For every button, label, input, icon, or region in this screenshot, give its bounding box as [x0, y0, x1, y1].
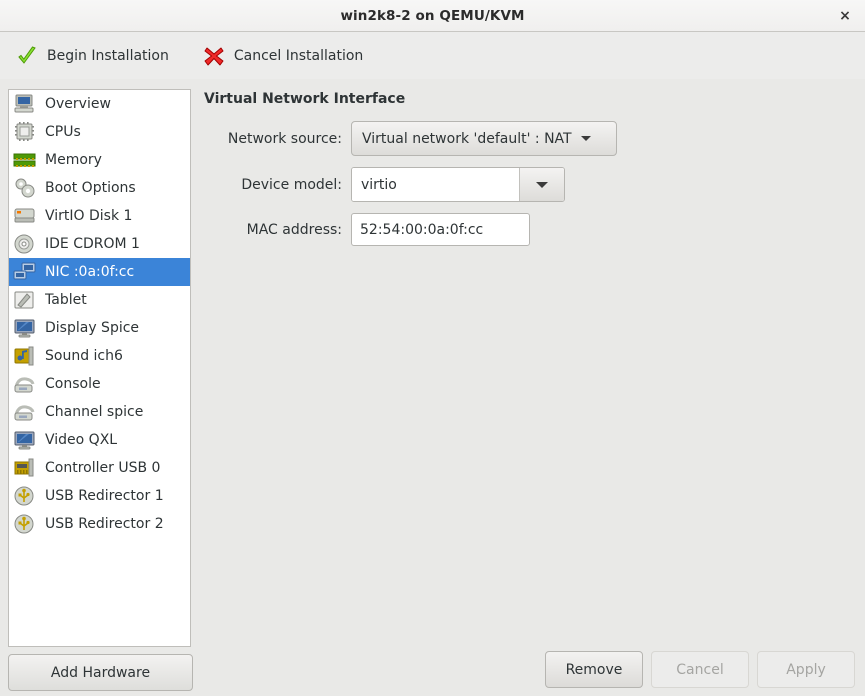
cdrom-icon: [13, 233, 37, 255]
sound-card-icon: [13, 345, 37, 367]
sidebar-item-overview[interactable]: Overview: [9, 90, 190, 118]
mac-address-label: MAC address:: [246, 221, 342, 238]
content-area: Overview CPUs Memory Boot Options VirtIO Dis…: [0, 79, 865, 696]
toolbar: Begin Installation Cancel Installation: [0, 32, 865, 80]
network-source-combobox[interactable]: Virtual network 'default' : NAT: [351, 121, 617, 156]
computer-icon: [13, 93, 37, 115]
network-card-icon: [13, 261, 37, 283]
cancel-button: Cancel: [651, 651, 749, 688]
sidebar-item-label: Overview: [45, 96, 111, 112]
add-hardware-button[interactable]: Add Hardware: [8, 654, 193, 691]
sidebar-item-usb-redirector-2[interactable]: USB Redirector 2: [9, 510, 190, 538]
network-source-label: Network source:: [227, 130, 342, 147]
sidebar-item-sound-ich6[interactable]: Sound ich6: [9, 342, 190, 370]
detail-pane: Virtual Network Interface Network source…: [202, 89, 855, 696]
cancel-installation-button[interactable]: Cancel Installation: [199, 42, 367, 70]
sidebar-item-virtio-disk-1[interactable]: VirtIO Disk 1: [9, 202, 190, 230]
cancel-installation-label: Cancel Installation: [233, 47, 364, 64]
memory-ram-icon: [13, 149, 37, 171]
sidebar-item-controller-usb-0[interactable]: Controller USB 0: [9, 454, 190, 482]
sidebar-item-label: Channel spice: [45, 404, 144, 420]
sidebar-item-memory[interactable]: Memory: [9, 146, 190, 174]
sidebar-item-channel-spice[interactable]: Channel spice: [9, 398, 190, 426]
sidebar-item-label: Video QXL: [45, 432, 118, 448]
controller-card-icon: [13, 457, 37, 479]
begin-installation-label: Begin Installation: [47, 47, 169, 64]
action-buttons: Remove Cancel Apply: [545, 651, 855, 688]
sidebar-item-label: IDE CDROM 1: [45, 236, 140, 252]
page-title: Virtual Network Interface: [204, 91, 406, 107]
device-model-combobox[interactable]: virtio: [351, 167, 565, 202]
sidebar-item-display-spice[interactable]: Display Spice: [9, 314, 190, 342]
red-x-icon: [203, 45, 225, 67]
sidebar-item-label: USB Redirector 2: [45, 516, 164, 532]
sidebar-item-nic-0a-0f-cc[interactable]: NIC :0a:0f:cc: [9, 258, 190, 286]
apply-button: Apply: [757, 651, 855, 688]
gears-icon: [13, 177, 37, 199]
hardware-list[interactable]: Overview CPUs Memory Boot Options VirtIO Dis…: [8, 89, 191, 647]
harddisk-icon: [13, 205, 37, 227]
device-model-label: Device model:: [241, 176, 342, 193]
sidebar-item-label: Memory: [45, 152, 102, 168]
sidebar-item-label: NIC :0a:0f:cc: [45, 264, 135, 280]
device-model-row: Device model: virtio: [202, 167, 855, 202]
serial-console-icon: [13, 373, 37, 395]
sidebar-item-label: Controller USB 0: [45, 460, 161, 476]
usb-icon: [13, 513, 37, 535]
sidebar-item-label: Display Spice: [45, 320, 140, 336]
remove-button[interactable]: Remove: [545, 651, 643, 688]
network-source-row: Network source: Virtual network 'default…: [202, 121, 855, 156]
device-model-value[interactable]: virtio: [352, 168, 519, 201]
network-source-value: Virtual network 'default' : NAT: [362, 130, 572, 147]
mac-address-input[interactable]: [351, 213, 530, 246]
sidebar-item-label: Boot Options: [45, 180, 136, 196]
serial-console-icon: [13, 401, 37, 423]
sidebar-item-label: Tablet: [45, 292, 87, 308]
sidebar-item-label: Sound ich6: [45, 348, 123, 364]
sidebar-item-label: VirtIO Disk 1: [45, 208, 133, 224]
mac-address-row: MAC address:: [202, 213, 855, 246]
sidebar-item-label: USB Redirector 1: [45, 488, 164, 504]
usb-icon: [13, 485, 37, 507]
sidebar-item-usb-redirector-1[interactable]: USB Redirector 1: [9, 482, 190, 510]
window-title: win2k8-2 on QEMU/KVM: [340, 7, 525, 24]
close-icon[interactable]: ×: [835, 6, 855, 26]
chevron-down-icon: [536, 181, 548, 188]
chevron-down-icon: [580, 136, 591, 141]
sidebar-item-label: Console: [45, 376, 101, 392]
device-model-dropdown-button[interactable]: [519, 168, 564, 201]
sidebar-item-boot-options[interactable]: Boot Options: [9, 174, 190, 202]
title-bar: win2k8-2 on QEMU/KVM ×: [0, 0, 865, 32]
tablet-pen-icon: [13, 289, 37, 311]
sidebar-item-ide-cdrom-1[interactable]: IDE CDROM 1: [9, 230, 190, 258]
sidebar-item-cpus[interactable]: CPUs: [9, 118, 190, 146]
begin-installation-button[interactable]: Begin Installation: [12, 42, 173, 70]
green-check-icon: [16, 45, 38, 67]
sidebar-item-tablet[interactable]: Tablet: [9, 286, 190, 314]
cpu-chip-icon: [13, 121, 37, 143]
display-monitor-icon: [13, 317, 37, 339]
display-monitor-icon: [13, 429, 37, 451]
sidebar-item-console[interactable]: Console: [9, 370, 190, 398]
sidebar-item-label: CPUs: [45, 124, 81, 140]
sidebar-item-video-qxl[interactable]: Video QXL: [9, 426, 190, 454]
